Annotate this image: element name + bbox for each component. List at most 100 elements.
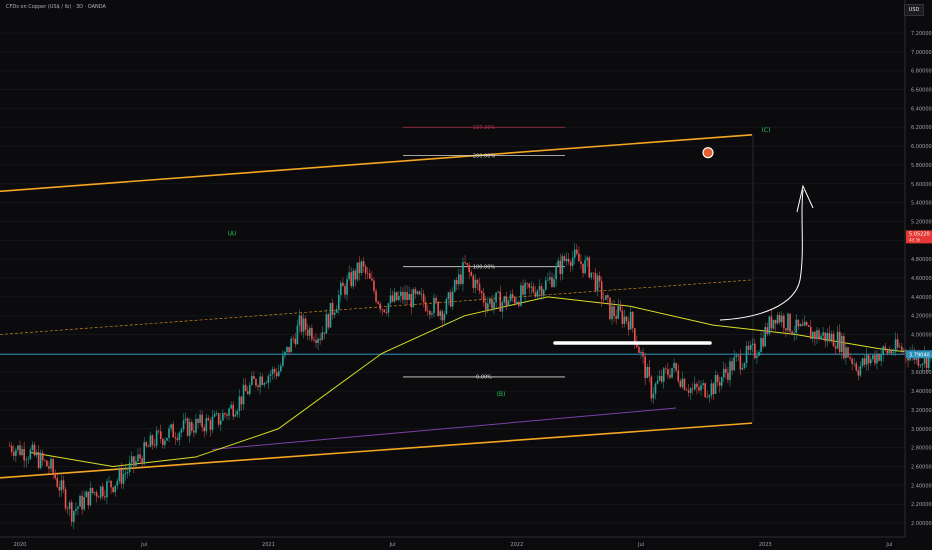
candle-body — [116, 480, 119, 486]
candle-body — [528, 283, 531, 288]
candle-body — [768, 316, 771, 334]
candle-body — [799, 324, 802, 327]
y-tick-label: 4.20000 — [911, 314, 932, 320]
candle-body — [627, 321, 630, 330]
candle-body — [617, 306, 620, 319]
candle-body — [97, 496, 100, 498]
candle-body — [669, 375, 671, 378]
candle-body — [888, 350, 891, 354]
candle-body — [85, 491, 88, 498]
candle-body — [267, 375, 270, 383]
candle-body — [600, 281, 603, 300]
candle-body — [205, 418, 208, 432]
candle-body — [623, 316, 626, 324]
candle-body — [437, 301, 439, 316]
candle-body — [176, 438, 179, 440]
y-tick-label: 5.80000 — [911, 163, 932, 169]
candle-body — [114, 485, 117, 493]
candle-body — [588, 257, 591, 278]
candle-body — [44, 460, 46, 461]
candle-body — [66, 508, 69, 510]
candle-body — [207, 418, 210, 421]
currency-button[interactable]: USD — [904, 4, 924, 16]
candle-body — [292, 338, 295, 340]
candle-body — [706, 397, 709, 398]
candle-body — [172, 424, 174, 438]
y-tick-label: 3.00000 — [911, 427, 932, 433]
candle-body — [700, 385, 702, 391]
candle-body — [613, 306, 615, 316]
y-tick-label: 3.20000 — [911, 408, 932, 414]
candle-body — [253, 375, 255, 380]
candle-body — [534, 292, 537, 297]
x-tick-label: Jul — [637, 542, 644, 548]
candle-body — [559, 260, 562, 274]
candle-body — [277, 371, 280, 377]
candle-body — [547, 279, 549, 281]
candle-body — [166, 437, 168, 441]
candle-body — [671, 367, 673, 378]
candle-body — [12, 451, 15, 456]
candle-body — [149, 435, 152, 447]
candle-body — [155, 430, 158, 446]
candle-body — [520, 285, 522, 306]
candle-body — [665, 368, 667, 370]
candle-body — [791, 331, 793, 334]
candle-body — [433, 297, 435, 314]
candle-body — [195, 418, 197, 433]
candle-body — [159, 431, 162, 439]
candle-body — [251, 375, 253, 385]
candle-body — [120, 469, 123, 484]
candle-body — [203, 427, 206, 432]
candle-body — [364, 266, 367, 274]
candle-body — [489, 299, 491, 304]
candle-body — [710, 383, 713, 396]
candle-body — [805, 321, 808, 326]
candle-body — [406, 292, 408, 300]
candle-body — [379, 303, 381, 310]
y-tick-label: 4.60000 — [911, 276, 932, 282]
candle-body — [234, 414, 237, 417]
candle-body — [735, 355, 738, 358]
candle-body — [497, 291, 499, 293]
candle-body — [780, 315, 783, 323]
candle-body — [422, 293, 425, 303]
candle-body — [727, 372, 729, 380]
candle-body — [466, 263, 468, 265]
candle-body — [377, 301, 379, 304]
candle-body — [513, 297, 516, 304]
candle-body — [474, 279, 477, 289]
x-tick-label: Jul — [389, 542, 396, 548]
y-tick-label: 6.00000 — [911, 144, 932, 150]
candle-body — [122, 474, 125, 484]
price-chart[interactable]: 227.20% 200.00% 100.00% 0.00% (A) (B) (C) 2.0… — [0, 0, 932, 550]
candle-body — [770, 316, 773, 329]
candle-body — [93, 492, 96, 493]
candle-body — [164, 440, 166, 445]
candle-body — [863, 358, 866, 365]
y-tick-label: 6.20000 — [911, 125, 932, 131]
candle-body — [524, 282, 526, 295]
candle-body — [21, 449, 23, 455]
candle-body — [650, 376, 653, 399]
candle-body — [621, 310, 624, 324]
candle-body — [619, 306, 622, 311]
candle-body — [10, 445, 13, 452]
candle-body — [110, 480, 112, 488]
candle-body — [555, 266, 557, 280]
candle-body — [812, 331, 814, 339]
candle-body — [228, 408, 230, 416]
candle-body — [271, 369, 274, 375]
candle-body — [151, 435, 154, 445]
candle-body — [681, 378, 684, 387]
candle-body — [642, 352, 644, 357]
candle-body — [737, 355, 740, 356]
candle-body — [747, 345, 750, 350]
candle-body — [222, 413, 224, 421]
candle-body — [658, 375, 661, 381]
candle-body — [685, 389, 688, 391]
candle-body — [420, 293, 423, 295]
arrow-head-icon — [796, 184, 814, 213]
candle-body — [739, 355, 742, 370]
candle-body — [607, 295, 609, 298]
